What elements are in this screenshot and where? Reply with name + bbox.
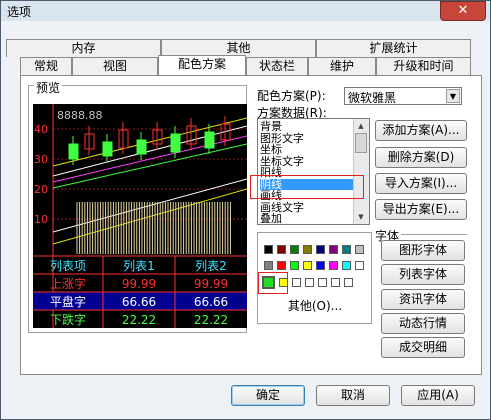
export-scheme-button[interactable]: 导出方案(E)... — [375, 199, 467, 220]
list-item[interactable]: 坐标文字 — [260, 156, 304, 167]
window-title: 选项 — [7, 5, 32, 19]
scheme-label: 配色方案(P): — [257, 89, 326, 103]
delete-scheme-button[interactable]: 删除方案(D) — [375, 147, 467, 168]
preview-chart: 40 30 20 10 8888.88 列表项 列表1 列表2 上涨字 99.99 99.99 平盘字… — [33, 104, 247, 328]
color-swatch[interactable] — [316, 245, 325, 254]
table-cell: 22.22 — [122, 313, 156, 327]
custom-color-swatch[interactable] — [331, 278, 340, 287]
tab-color-scheme[interactable]: 配色方案 — [158, 55, 246, 75]
list-item[interactable]: 画线文字 — [260, 202, 304, 213]
other-color-button[interactable]: 其他(O)... — [282, 297, 348, 318]
list-item[interactable]: 坐标 — [260, 144, 282, 155]
candle-body — [68, 143, 79, 160]
custom-color-swatch[interactable] — [318, 278, 327, 287]
ok-button[interactable]: 确定 — [231, 385, 305, 406]
candle-body — [204, 131, 215, 149]
custom-color-swatch[interactable] — [305, 278, 314, 287]
font-group-divider — [401, 234, 467, 235]
color-swatch[interactable] — [342, 261, 351, 270]
add-scheme-button[interactable]: 添加方案(A)... — [375, 120, 467, 141]
color-swatch[interactable] — [277, 245, 286, 254]
table-cell: 99.99 — [122, 277, 156, 291]
preview-label: 预览 — [34, 79, 63, 96]
color-swatch[interactable] — [264, 245, 273, 254]
table-header: 列表项 — [50, 259, 86, 273]
table-cell: 66.66 — [194, 295, 228, 309]
color-swatch[interactable] — [277, 261, 286, 270]
y-tick-label: 30 — [34, 153, 48, 166]
news-font-button[interactable]: 资讯字体 — [381, 289, 465, 310]
table-cell: 上涨字 — [50, 276, 86, 291]
candle-body — [170, 133, 181, 153]
scroll-thumb[interactable] — [355, 133, 367, 153]
options-dialog: 选项 ✕ 内存 其他 扩展统计 常规 视图 配色方案 状态栏 维护 升级和时间 … — [0, 0, 491, 420]
candle-body — [136, 139, 147, 155]
title-bar: 选项 ✕ — [1, 1, 490, 21]
color-swatch[interactable] — [303, 261, 312, 270]
y-tick-label: 10 — [34, 213, 48, 226]
list-item[interactable]: 叠加 — [260, 213, 282, 224]
table-cell: 下跌字 — [50, 312, 86, 327]
dynamic-quote-button[interactable]: 动态行情 — [381, 313, 465, 334]
tab-maintenance[interactable]: 维护 — [308, 57, 376, 75]
tab-general[interactable]: 常规 — [20, 57, 72, 75]
apply-button[interactable]: 应用(A) — [401, 385, 475, 406]
tab-view[interactable]: 视图 — [72, 57, 158, 75]
scheme-data-list[interactable]: ▲ ▼ 背景 图形文字 坐标 坐标文字 阳线 阴线 画线 画线文字 叠加 — [257, 118, 370, 225]
color-swatch[interactable] — [329, 245, 338, 254]
table-cell: 99.99 — [194, 277, 228, 291]
chevron-down-icon[interactable]: ▼ — [446, 89, 460, 103]
scheme-dropdown-value: 微软雅黑 — [348, 91, 397, 105]
list-font-button[interactable]: 列表字体 — [381, 264, 465, 285]
tab-extended-stats[interactable]: 扩展统计 — [316, 39, 471, 57]
color-swatch[interactable] — [264, 261, 273, 270]
scroll-up-icon[interactable]: ▲ — [355, 120, 367, 132]
color-swatch[interactable] — [316, 261, 325, 270]
import-scheme-button[interactable]: 导入方案(I)... — [375, 173, 467, 194]
color-swatch[interactable] — [355, 245, 364, 254]
tab-upgrade-time[interactable]: 升级和时间 — [376, 57, 471, 75]
color-swatch[interactable] — [290, 261, 299, 270]
y-tick-label: 20 — [34, 183, 48, 196]
candle-body — [102, 141, 113, 157]
table-header: 列表1 — [123, 259, 155, 273]
table-cell: 66.66 — [122, 295, 156, 309]
list-item[interactable]: 背景 — [260, 121, 282, 132]
cancel-button[interactable]: 取消 — [316, 385, 390, 406]
chart-font-button[interactable]: 图形字体 — [381, 240, 465, 261]
color-swatch[interactable] — [290, 245, 299, 254]
scroll-down-icon[interactable]: ▼ — [355, 211, 367, 223]
table-cell: 22.22 — [194, 313, 228, 327]
preview-chart-drawing: 40 30 20 10 8888.88 列表项 列表1 列表2 上涨字 99.99 99.99 平盘字… — [33, 104, 247, 328]
table-cell: 平盘字 — [50, 294, 86, 309]
color-swatch[interactable] — [303, 245, 312, 254]
highlight-frame — [250, 175, 364, 199]
tab-status-bar[interactable]: 状态栏 — [246, 57, 308, 75]
tab-memory[interactable]: 内存 — [6, 39, 161, 57]
scheme-dropdown[interactable]: 微软雅黑 ▼ — [344, 87, 462, 105]
color-swatch[interactable] — [329, 261, 338, 270]
list-item[interactable]: 图形文字 — [260, 133, 304, 144]
list-scrollbar[interactable]: ▲ ▼ — [353, 119, 369, 224]
custom-color-swatch[interactable] — [344, 278, 353, 287]
trade-detail-button[interactable]: 成交明细 — [381, 337, 465, 358]
color-swatch[interactable] — [355, 261, 364, 270]
custom-color-swatch[interactable] — [292, 278, 301, 287]
y-tick-label: 40 — [34, 123, 48, 136]
close-button[interactable]: ✕ — [440, 1, 486, 21]
current-color-frame — [258, 272, 288, 294]
price-label: 8888.88 — [57, 109, 103, 122]
color-swatch[interactable] — [342, 245, 351, 254]
table-header: 列表2 — [195, 259, 227, 273]
